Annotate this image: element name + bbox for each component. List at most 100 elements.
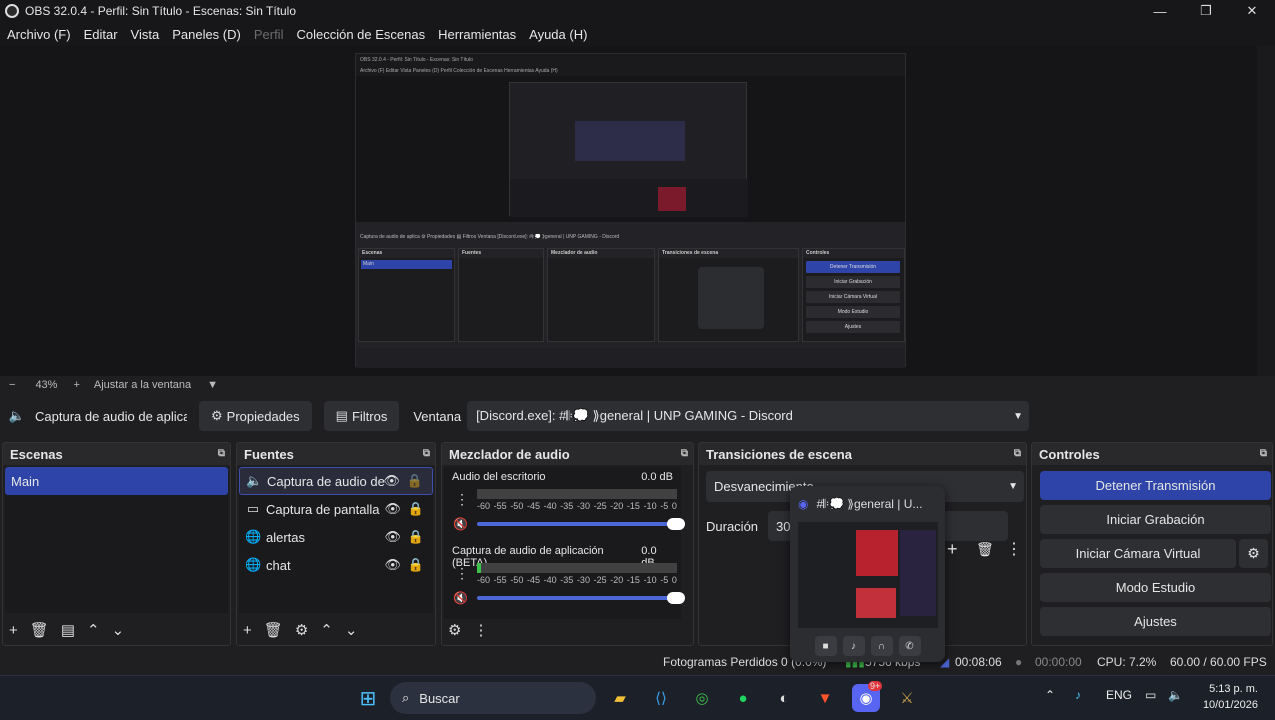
studio-mode-button[interactable]: Modo Estudio: [1040, 573, 1271, 602]
fit-window-label[interactable]: Ajustar a la ventana: [94, 379, 191, 391]
menu-ayuda[interactable]: Ayuda (H): [529, 27, 587, 42]
controls-title: Controles: [1039, 446, 1100, 462]
lock-icon[interactable]: 🔒: [408, 557, 424, 573]
menu-perfil[interactable]: Perfil: [254, 27, 284, 42]
eye-icon[interactable]: 👁: [384, 557, 401, 573]
zoom-in-button[interactable]: +: [73, 379, 79, 391]
muted-speaker-icon[interactable]: 🔇: [453, 591, 468, 605]
microphone-icon[interactable]: ♪: [842, 636, 865, 656]
nested-source-bar: Captura de audio de aplica ⚙ Propiedades…: [356, 230, 905, 244]
taskbar-search[interactable]: ⌕ Buscar: [390, 682, 596, 714]
add-transition-icon[interactable]: +: [947, 539, 958, 560]
zoom-dropdown-icon[interactable]: ▼: [207, 379, 218, 391]
minimize-button[interactable]: —: [1137, 0, 1183, 22]
clock-time[interactable]: 5:13 p. m.: [1200, 683, 1258, 695]
lock-icon[interactable]: 🔒: [408, 529, 424, 545]
undock-icon[interactable]: ⧉: [681, 448, 688, 459]
undock-icon[interactable]: ⧉: [218, 448, 225, 459]
add-scene-button[interactable]: +: [9, 622, 18, 639]
preview-scrollbar[interactable]: [1257, 46, 1275, 376]
file-explorer-icon[interactable]: ▰: [606, 684, 634, 712]
gear-icon[interactable]: ⚙: [295, 621, 308, 639]
unlock-icon[interactable]: 🔒: [407, 473, 423, 489]
source-item-screen[interactable]: ▭ Captura de pantalla 👁 🔒: [239, 495, 433, 523]
add-source-button[interactable]: +: [243, 622, 252, 639]
volume-icon[interactable]: 🔈: [1168, 688, 1183, 702]
settings-button[interactable]: Ajustes: [1040, 607, 1271, 636]
trash-icon[interactable]: 🗑: [264, 621, 283, 639]
move-down-icon[interactable]: ⌄: [345, 621, 358, 639]
discord-thumbnail-popup[interactable]: ◉ #𝄆💭 ⟫general | U... ■ ♪ ∩ ✆: [790, 486, 945, 662]
league-icon[interactable]: ⚔: [893, 684, 921, 712]
chevron-up-icon[interactable]: ⌃: [1045, 688, 1055, 702]
move-up-icon[interactable]: ⌃: [320, 621, 333, 639]
scene-item-main[interactable]: Main: [5, 467, 228, 495]
nested-scenes-dock: Escenas Main: [358, 248, 455, 342]
menu-editar[interactable]: Editar: [84, 27, 118, 42]
spotify-icon[interactable]: ●: [729, 684, 757, 712]
properties-button[interactable]: ⚙ Propiedades: [199, 401, 312, 431]
channel-menu-icon[interactable]: ⋮: [455, 565, 469, 582]
virtual-camera-settings-icon[interactable]: ⚙: [1239, 539, 1268, 568]
nested-controls-dock: Controles Detener Transmisión Iniciar Gr…: [802, 248, 905, 342]
microphone-icon[interactable]: ♪: [1075, 688, 1081, 702]
source-item-alertas[interactable]: 🌐 alertas 👁 🔒: [239, 523, 433, 551]
window-select[interactable]: [Discord.exe]: #𝄆💭 ⟫general | UNP GAMING…: [467, 401, 1030, 431]
mixer-menu-icon[interactable]: ⋮: [473, 621, 488, 639]
hang-up-icon[interactable]: ✆: [898, 636, 921, 656]
headphones-icon[interactable]: ∩: [870, 636, 893, 656]
stop-stream-button[interactable]: Detener Transmisión: [1040, 471, 1271, 500]
volume-slider-handle[interactable]: [667, 592, 685, 604]
camera-icon[interactable]: ■: [814, 636, 837, 656]
zoom-out-button[interactable]: −: [9, 379, 15, 391]
eye-icon[interactable]: 👁: [384, 501, 401, 517]
menu-archivo[interactable]: Archivo (F): [7, 27, 71, 42]
volume-slider[interactable]: [477, 592, 685, 604]
obs-taskbar-icon[interactable]: ◐: [770, 684, 798, 712]
scene-filters-icon[interactable]: ▤: [61, 621, 75, 639]
whatsapp-icon[interactable]: ◎: [688, 684, 716, 712]
eye-icon[interactable]: 👁: [383, 473, 400, 489]
source-item-chat[interactable]: 🌐 chat 👁 🔒: [239, 551, 433, 579]
close-button[interactable]: ✕: [1229, 0, 1275, 22]
filter-icon: ▤: [335, 408, 348, 423]
eye-icon[interactable]: 👁: [384, 529, 401, 545]
properties-label: Propiedades: [226, 408, 300, 424]
start-virtual-camera-button[interactable]: Iniciar Cámara Virtual: [1040, 539, 1236, 568]
move-down-icon[interactable]: ⌄: [112, 621, 125, 639]
source-item-audio[interactable]: 🔈 Captura de audio de 👁 🔒: [239, 467, 433, 495]
menu-vista[interactable]: Vista: [131, 27, 160, 42]
nested-sources-dock: Fuentes: [458, 248, 544, 342]
channel-menu-icon[interactable]: ⋮: [455, 491, 469, 508]
windows-start-icon[interactable]: ⊞: [354, 684, 382, 712]
muted-speaker-icon[interactable]: 🔇: [453, 517, 468, 531]
vscode-icon[interactable]: ⟨⟩: [647, 684, 675, 712]
start-recording-button[interactable]: Iniciar Grabación: [1040, 505, 1271, 534]
nested-mixer-dock: Mezclador de audio: [547, 248, 655, 342]
move-up-icon[interactable]: ⌃: [87, 621, 100, 639]
menu-coleccion[interactable]: Colección de Escenas: [296, 27, 425, 42]
undock-icon[interactable]: ⧉: [1014, 448, 1021, 459]
trash-icon[interactable]: 🗑: [30, 621, 49, 639]
network-icon[interactable]: ▭: [1145, 688, 1156, 702]
brave-icon[interactable]: ▼: [811, 684, 839, 712]
language-indicator[interactable]: ENG: [1106, 688, 1132, 702]
popup-title: #𝄆💭 ⟫general | U...: [816, 496, 923, 511]
nested-menu: Archivo (F) Editar Vista Paneles (D) Per…: [356, 66, 905, 76]
menu-herramientas[interactable]: Herramientas: [438, 27, 516, 42]
menu-paneles[interactable]: Paneles (D): [172, 27, 241, 42]
volume-slider-handle[interactable]: [667, 518, 685, 530]
clock-date[interactable]: 10/01/2026: [1196, 699, 1258, 711]
undock-icon[interactable]: ⧉: [1260, 448, 1267, 459]
lock-icon[interactable]: 🔒: [408, 501, 424, 517]
volume-slider[interactable]: [477, 518, 685, 530]
transition-menu-icon[interactable]: ⋮: [1006, 539, 1022, 559]
undock-icon[interactable]: ⧉: [423, 448, 430, 459]
preview-canvas[interactable]: OBS 32.0.4 - Perfil: Sin Título - Escena…: [0, 46, 1257, 376]
filters-button[interactable]: ▤ Filtros: [323, 401, 400, 431]
source-toolbar: 🔈 Captura de audio de aplicación ⚙ Propi…: [0, 397, 1275, 435]
mixer-settings-icon[interactable]: ⚙: [448, 621, 461, 639]
cpu-usage: CPU: 7.2%: [1097, 654, 1157, 669]
maximize-button[interactable]: ❐: [1183, 0, 1229, 22]
trash-icon[interactable]: 🗑: [976, 541, 994, 558]
